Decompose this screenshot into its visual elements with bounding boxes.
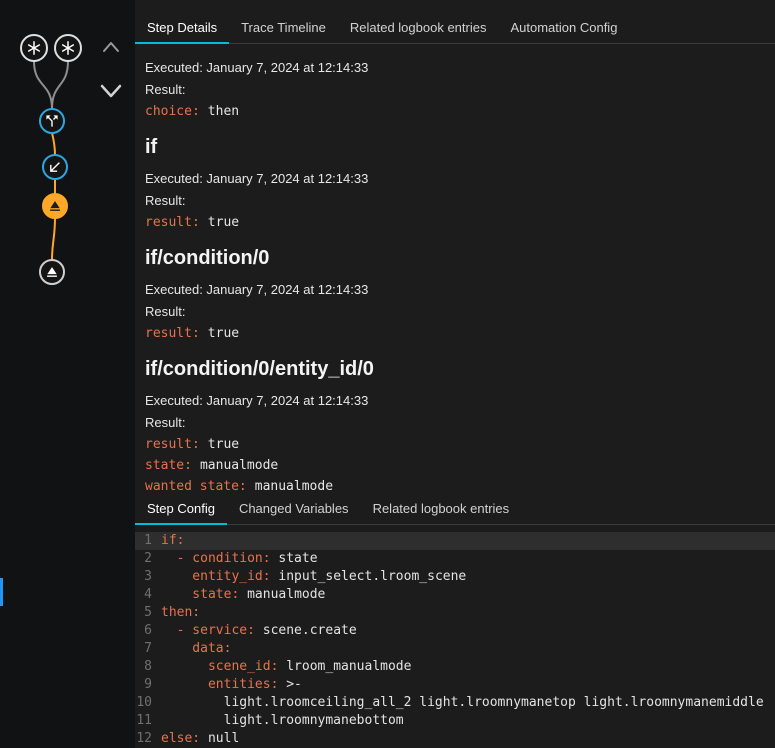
code-line-content: then:	[161, 605, 201, 620]
line-number: 3	[144, 569, 152, 584]
result-label: Result:	[145, 193, 186, 208]
line-number: 1	[144, 533, 152, 548]
tab-related-logbook-entries[interactable]: Related logbook entries	[338, 12, 499, 44]
code-line-content: data:	[161, 641, 232, 656]
code-line-content: scene_id: lroom_manualmode	[161, 659, 412, 674]
result-kv: result: true	[145, 436, 763, 454]
kv-value: true	[207, 437, 240, 452]
kv-value: true	[207, 326, 240, 341]
trace-main-panel: Step Details Trace Timeline Related logb…	[135, 0, 775, 748]
step-path-heading: if/condition/0	[145, 247, 270, 269]
step-path-heading: if	[145, 136, 158, 158]
line-number: 6	[144, 623, 152, 638]
step-path-heading: if/condition/0/entity_id/0	[145, 358, 374, 380]
line-number: 10	[136, 695, 152, 710]
code-line[interactable]: 7 data:	[135, 640, 775, 658]
trigger-node-1[interactable]	[20, 34, 48, 62]
executed-timestamp: Executed: January 7, 2024 at 12:14:33	[145, 60, 369, 75]
line-number: 8	[144, 659, 152, 674]
code-line[interactable]: 10 light.lroomceiling_all_2 light.lroomn…	[135, 694, 775, 712]
code-line[interactable]: 12 else: null	[135, 730, 775, 748]
kv-key: choice:	[145, 104, 200, 119]
code-line[interactable]: 5 then:	[135, 604, 775, 622]
line-number: 2	[144, 551, 152, 566]
tab-step-details[interactable]: Step Details	[135, 12, 230, 44]
kv-value: then	[207, 104, 240, 119]
tab-changed-variables[interactable]: Changed Variables	[227, 493, 361, 525]
result-label: Result:	[145, 82, 186, 97]
chevron-down-icon	[100, 84, 122, 98]
kv-value: manualmode	[254, 479, 334, 491]
line-number: 12	[136, 731, 152, 746]
step-details-panel: Executed: January 7, 2024 at 12:14:33 Re…	[135, 44, 775, 491]
trace-step-section: if/condition/0/entity_id/0 Executed: Jan…	[145, 358, 763, 491]
kv-key: result:	[145, 437, 200, 452]
line-number: 7	[144, 641, 152, 656]
line-number: 11	[136, 713, 152, 728]
kv-key: wanted_state:	[145, 479, 247, 491]
code-line[interactable]: 3 entity_id: input_select.lroom_scene	[135, 568, 775, 586]
chevron-up-icon	[103, 42, 119, 52]
trigger-node-2[interactable]	[54, 34, 82, 62]
trace-step-section: if Executed: January 7, 2024 at 12:14:33…	[145, 136, 763, 232]
automation-trace-screen: Step Details Trace Timeline Related logb…	[0, 0, 775, 748]
connector-line-active	[51, 217, 56, 261]
code-editor[interactable]: 1 if: 2 - condition: state 3 entity_id: inp…	[135, 525, 775, 748]
connector-line	[33, 60, 53, 110]
result-label: Result:	[145, 304, 186, 319]
executed-timestamp: Executed: January 7, 2024 at 12:14:33	[145, 393, 369, 408]
code-line[interactable]: 1 if:	[135, 532, 775, 550]
code-line-content: light.lroomceiling_all_2 light.lroomnyma…	[161, 695, 764, 710]
scroll-position-indicator[interactable]	[0, 578, 3, 606]
code-line-content: - condition: state	[161, 551, 318, 566]
result-kv: result: true	[145, 214, 763, 232]
step-config-tab-bar: Step Config Changed Variables Related lo…	[135, 491, 775, 525]
result-label: Result:	[145, 415, 186, 430]
kv-value: true	[207, 215, 240, 230]
action-node[interactable]	[39, 259, 65, 285]
condition-node[interactable]	[42, 154, 68, 180]
executed-timestamp: Executed: January 7, 2024 at 12:14:33	[145, 282, 369, 297]
trace-graph-sidebar	[0, 0, 135, 748]
tab-step-config[interactable]: Step Config	[135, 493, 227, 525]
line-number: 9	[144, 677, 152, 692]
result-kv: choice: then	[145, 103, 763, 121]
kv-key: result:	[145, 215, 200, 230]
trace-step-section: if/condition/0 Executed: January 7, 2024…	[145, 247, 763, 343]
result-kv: wanted_state: manualmode	[145, 478, 763, 491]
tab-automation-config[interactable]: Automation Config	[498, 12, 629, 44]
result-kv: result: true	[145, 325, 763, 343]
trace-step-section: Executed: January 7, 2024 at 12:14:33 Re…	[145, 59, 763, 121]
code-line-content: if:	[161, 533, 185, 548]
executed-timestamp: Executed: January 7, 2024 at 12:14:33	[145, 171, 369, 186]
code-line-content: entities: >-	[161, 677, 302, 692]
code-line[interactable]: 9 entities: >-	[135, 676, 775, 694]
code-line[interactable]: 8 scene_id: lroom_manualmode	[135, 658, 775, 676]
connector-line-active	[51, 132, 56, 156]
code-line[interactable]: 6 - service: scene.create	[135, 622, 775, 640]
code-line[interactable]: 2 - condition: state	[135, 550, 775, 568]
kv-key: result:	[145, 326, 200, 341]
next-node-button[interactable]	[100, 84, 122, 98]
connector-line	[51, 60, 69, 110]
previous-node-button[interactable]	[103, 42, 119, 52]
line-number: 4	[144, 587, 152, 602]
result-kv: state: manualmode	[145, 457, 763, 475]
trace-tab-bar: Step Details Trace Timeline Related logb…	[135, 0, 775, 44]
code-line-content: entity_id: input_select.lroom_scene	[161, 569, 467, 584]
code-line-content: light.lroomnymanebottom	[161, 713, 404, 728]
code-line-content: state: manualmode	[161, 587, 326, 602]
code-line-content: - service: scene.create	[161, 623, 357, 638]
kv-value: manualmode	[199, 458, 279, 473]
tab-trace-timeline[interactable]: Trace Timeline	[229, 12, 338, 44]
code-line[interactable]: 11 light.lroomnymanebottom	[135, 712, 775, 730]
action-node-selected[interactable]	[42, 193, 68, 219]
code-line-content: else: null	[161, 731, 240, 746]
code-line[interactable]: 4 state: manualmode	[135, 586, 775, 604]
kv-key: state:	[145, 458, 192, 473]
choose-node[interactable]	[39, 108, 65, 134]
line-number: 5	[144, 605, 152, 620]
trace-graph	[20, 34, 122, 285]
tab-related-logbook-entries-bottom[interactable]: Related logbook entries	[361, 493, 522, 525]
